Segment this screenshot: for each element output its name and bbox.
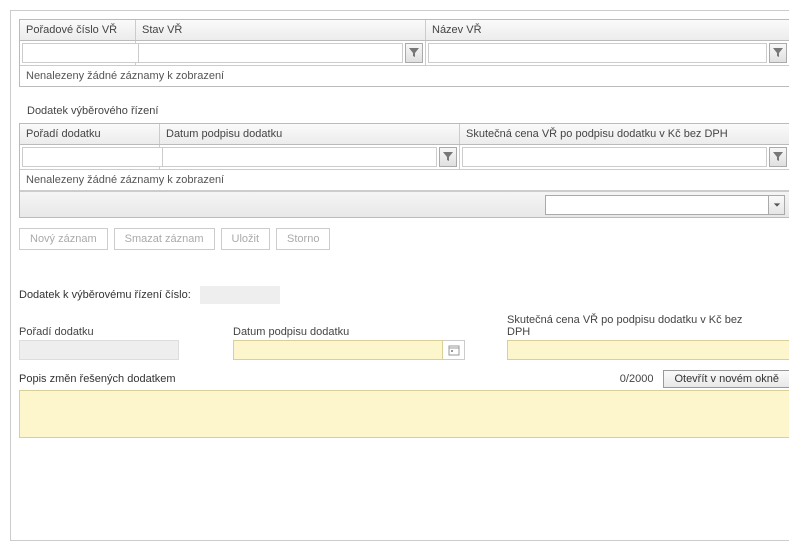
- col-stav[interactable]: Stav VŘ: [136, 20, 426, 40]
- new-button[interactable]: Nový záznam: [19, 228, 108, 250]
- delete-button[interactable]: Smazat záznam: [114, 228, 215, 250]
- grid-dodatek-empty: Nenalezeny žádné záznamy k zobrazení: [20, 170, 789, 191]
- chevron-down-icon[interactable]: [768, 196, 784, 214]
- filter-icon[interactable]: [405, 43, 423, 63]
- filter-icon[interactable]: [769, 43, 787, 63]
- col-skutecna-cena[interactable]: Skutečná cena VŘ po podpisu dodatku v Kč…: [460, 124, 789, 144]
- calendar-icon[interactable]: [443, 340, 465, 360]
- popis-counter: 0/2000: [620, 373, 654, 385]
- poradi-label: Pořadí dodatku: [19, 326, 209, 338]
- grid-vr: Pořadové číslo VŘ Stav VŘ Název VŘ Nenal…: [19, 19, 789, 87]
- main-frame: { "grid1": { "headers": ["Pořadové číslo…: [10, 10, 789, 541]
- form-fields-row: Pořadí dodatku Datum podpisu dodatku Sku…: [19, 314, 789, 360]
- filter-icon[interactable]: [769, 147, 787, 167]
- filter-icon[interactable]: [439, 147, 457, 167]
- save-button[interactable]: Uložit: [221, 228, 271, 250]
- cancel-button[interactable]: Storno: [276, 228, 330, 250]
- cena-input[interactable]: [507, 340, 789, 360]
- footer-dropdown[interactable]: [545, 195, 785, 215]
- grid-vr-empty: Nenalezeny žádné záznamy k zobrazení: [20, 66, 789, 86]
- datum-input[interactable]: [233, 340, 443, 360]
- popis-header: Popis změn řešených dodatkem 0/2000 Otev…: [19, 370, 789, 388]
- grid-dodatek-filter: [20, 145, 789, 170]
- section-dodatek-title: Dodatek výběrového řízení: [27, 105, 789, 117]
- form-title-value: [200, 286, 280, 304]
- filter-skutecna-cena[interactable]: [462, 147, 767, 167]
- grid-vr-header: Pořadové číslo VŘ Stav VŘ Název VŘ: [20, 20, 789, 41]
- button-row: Nový záznam Smazat záznam Uložit Storno: [19, 228, 789, 250]
- form-title-row: Dodatek k výběrovému řízení číslo:: [19, 286, 789, 304]
- col-nazev[interactable]: Název VŘ: [426, 20, 789, 40]
- popis-label: Popis změn řešených dodatkem: [19, 373, 176, 385]
- filter-stav[interactable]: [138, 43, 403, 63]
- cena-label: Skutečná cena VŘ po podpisu dodatku v Kč…: [507, 314, 767, 338]
- col-poradi-dodatku[interactable]: Pořadí dodatku: [20, 124, 160, 144]
- footer-dropdown-input[interactable]: [546, 196, 768, 214]
- col-datum-podpisu[interactable]: Datum podpisu dodatku: [160, 124, 460, 144]
- grid-vr-filter: [20, 41, 789, 66]
- grid-dodatek-header: Pořadí dodatku Datum podpisu dodatku Sku…: [20, 124, 789, 145]
- col-poradove-cislo[interactable]: Pořadové číslo VŘ: [20, 20, 136, 40]
- open-new-window-button[interactable]: Otevřít v novém okně: [663, 370, 789, 388]
- grid-dodatek: Pořadí dodatku Datum podpisu dodatku Sku…: [19, 123, 789, 218]
- datum-label: Datum podpisu dodatku: [233, 326, 483, 338]
- popis-textarea[interactable]: [19, 390, 789, 438]
- form-title-label: Dodatek k výběrovému řízení číslo:: [19, 289, 191, 301]
- filter-datum-podpisu[interactable]: [162, 147, 437, 167]
- filter-nazev[interactable]: [428, 43, 767, 63]
- grid-dodatek-footer: [20, 191, 789, 217]
- poradi-input: [19, 340, 179, 360]
- filter-poradi-dodatku[interactable]: [22, 147, 172, 167]
